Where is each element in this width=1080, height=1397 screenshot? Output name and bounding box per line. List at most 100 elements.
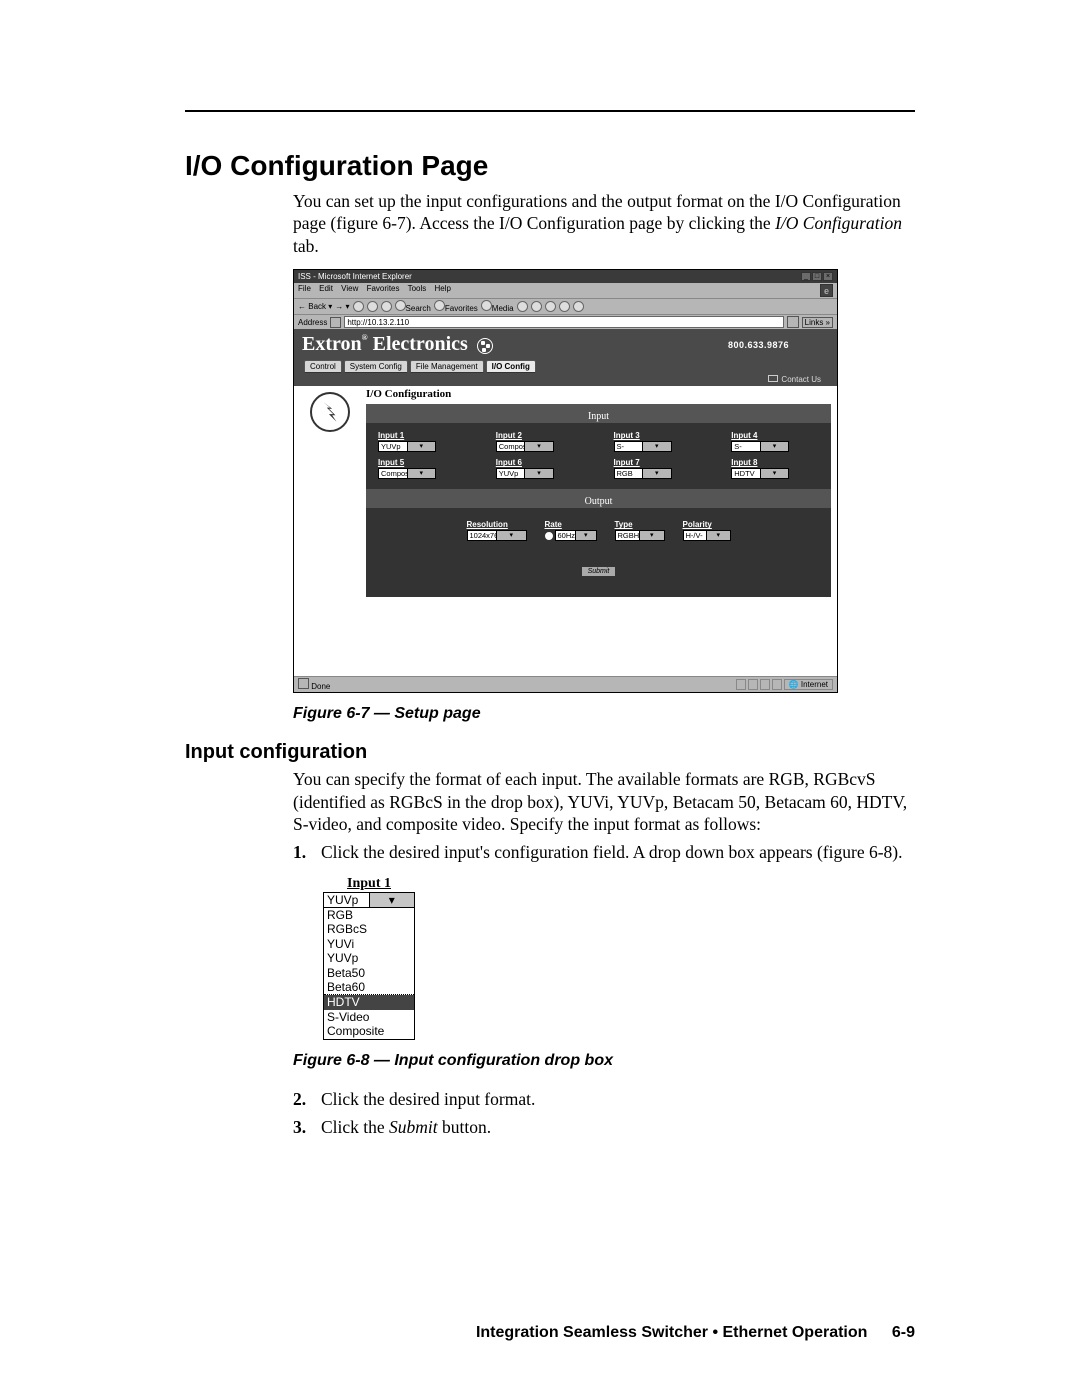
input-3-label: Input 3 bbox=[614, 431, 702, 440]
page-footer: Integration Seamless Switcher • Ethernet… bbox=[476, 1324, 915, 1342]
extron-header: Extron® Electronics 800.633.9876 Control… bbox=[294, 329, 837, 386]
page-number: 6-9 bbox=[892, 1324, 915, 1341]
home-icon[interactable] bbox=[381, 301, 392, 312]
rate-label: Rate bbox=[545, 520, 597, 529]
media-button[interactable]: Media bbox=[481, 300, 514, 313]
chevron-down-icon: ▾ bbox=[524, 442, 553, 451]
option-beta50[interactable]: Beta50 bbox=[324, 966, 414, 980]
option-rgbcs[interactable]: RGBcS bbox=[324, 922, 414, 936]
polarity-label: Polarity bbox=[683, 520, 731, 529]
rate-radio[interactable] bbox=[545, 532, 553, 540]
menu-view[interactable]: View bbox=[341, 284, 358, 293]
input-6-label: Input 6 bbox=[496, 458, 584, 467]
contact-us-link[interactable]: Contact Us bbox=[781, 375, 821, 384]
input-7-label: Input 7 bbox=[614, 458, 702, 467]
input-5-select[interactable]: Composite▾ bbox=[378, 468, 436, 479]
figure-6-7-caption: Figure 6-7 — Setup page bbox=[293, 705, 915, 723]
input-2-label: Input 2 bbox=[496, 431, 584, 440]
input-4-select[interactable]: S-Video▾ bbox=[731, 441, 789, 452]
dropbox-label: Input 1 bbox=[323, 876, 415, 892]
output-band: Output bbox=[366, 495, 831, 508]
option-yuvi[interactable]: YUVi bbox=[324, 937, 414, 951]
figure-6-7-screenshot: ISS - Microsoft Internet Explorer _ □ × … bbox=[293, 269, 838, 693]
edit-icon[interactable] bbox=[559, 301, 570, 312]
chevron-down-icon: ▾ bbox=[642, 469, 671, 478]
favorites-button[interactable]: Favorites bbox=[434, 300, 478, 313]
print-icon[interactable] bbox=[545, 301, 556, 312]
tab-io-config[interactable]: I/O Config bbox=[486, 360, 536, 373]
step-1-text: Click the desired input's configuration … bbox=[321, 841, 903, 864]
input-grid: Input 1YUVp▾ Input 2Composite▾ Input 3S-… bbox=[378, 431, 819, 479]
footer-text: Integration Seamless Switcher • Ethernet… bbox=[476, 1324, 867, 1341]
input-8-select[interactable]: HDTV▾ bbox=[731, 468, 789, 479]
links-button[interactable]: Links » bbox=[802, 317, 833, 328]
input-1-select[interactable]: YUVp▾ bbox=[378, 441, 436, 452]
globe-icon bbox=[477, 338, 493, 354]
resolution-select[interactable]: 1024x768▾ bbox=[467, 530, 527, 541]
figure-6-8-dropbox: Input 1 YUVp ▾ RGB RGBcS YUVi YUVp Beta5… bbox=[323, 876, 415, 1040]
ie-toolbar: ← Back ▾ → ▾ Search Favorites Media bbox=[294, 298, 837, 314]
status-icon bbox=[298, 678, 309, 689]
input-8-label: Input 8 bbox=[731, 458, 819, 467]
forward-button[interactable]: → ▾ bbox=[335, 302, 349, 311]
option-yuvp[interactable]: YUVp bbox=[324, 951, 414, 965]
polarity-select[interactable]: H-/V-▾ bbox=[683, 530, 731, 541]
step-3-text: Click the Submit button. bbox=[321, 1116, 491, 1139]
input-6-select[interactable]: YUVp▾ bbox=[496, 468, 554, 479]
menu-tools[interactable]: Tools bbox=[408, 284, 427, 293]
section-heading: I/O Configuration Page bbox=[185, 150, 915, 182]
refresh-icon[interactable] bbox=[367, 301, 378, 312]
rate-select[interactable]: 60Hz▾ bbox=[555, 530, 597, 541]
input-3-select[interactable]: S-Video▾ bbox=[614, 441, 672, 452]
discuss-icon[interactable] bbox=[573, 301, 584, 312]
type-select[interactable]: RGBHV▾ bbox=[615, 530, 665, 541]
input-7-select[interactable]: RGB▾ bbox=[614, 468, 672, 479]
phone-number: 800.633.9876 bbox=[728, 340, 789, 350]
stop-icon[interactable] bbox=[353, 301, 364, 312]
subsection-heading: Input configuration bbox=[185, 741, 915, 764]
submit-button[interactable]: Submit bbox=[581, 566, 617, 577]
option-svideo[interactable]: S-Video bbox=[324, 1010, 414, 1024]
go-button[interactable] bbox=[787, 316, 799, 328]
chevron-down-icon: ▾ bbox=[407, 442, 436, 451]
ie-statusbar: Done 🌐Internet bbox=[294, 676, 837, 692]
window-controls: _ □ × bbox=[801, 272, 833, 281]
dropbox-select[interactable]: YUVp ▾ bbox=[323, 892, 415, 908]
search-button[interactable]: Search bbox=[395, 300, 431, 313]
electronics-seal-icon bbox=[310, 392, 350, 432]
nav-tabs: Control System Config File Management I/… bbox=[302, 360, 829, 373]
menu-file[interactable]: File bbox=[298, 284, 311, 293]
input-2-select[interactable]: Composite▾ bbox=[496, 441, 554, 452]
maximize-icon[interactable]: □ bbox=[812, 272, 822, 281]
menu-edit[interactable]: Edit bbox=[319, 284, 333, 293]
back-button[interactable]: ← Back ▾ bbox=[298, 302, 332, 311]
chevron-down-icon: ▾ bbox=[407, 469, 436, 478]
option-hdtv[interactable]: HDTV bbox=[324, 995, 414, 1009]
history-icon[interactable] bbox=[517, 301, 528, 312]
status-text: Done bbox=[311, 682, 330, 691]
intro-paragraph: You can set up the input configurations … bbox=[293, 190, 915, 257]
close-icon[interactable]: × bbox=[823, 272, 833, 281]
page-content: I/O Configuration Input Input 1YUVp▾ Inp… bbox=[294, 386, 837, 676]
minimize-icon[interactable]: _ bbox=[801, 272, 811, 281]
zone-text: Internet bbox=[801, 680, 828, 689]
option-rgb[interactable]: RGB bbox=[324, 908, 414, 922]
input-band: Input bbox=[366, 410, 831, 423]
option-beta60[interactable]: Beta60 bbox=[324, 980, 414, 995]
option-composite[interactable]: Composite bbox=[324, 1024, 414, 1038]
chevron-down-icon: ▾ bbox=[369, 893, 415, 907]
tab-control[interactable]: Control bbox=[304, 360, 342, 373]
chevron-down-icon: ▾ bbox=[760, 442, 789, 451]
tab-system-config[interactable]: System Config bbox=[344, 360, 408, 373]
steps-list-2: 2.Click the desired input format. 3.Clic… bbox=[293, 1088, 915, 1140]
tab-file-management[interactable]: File Management bbox=[410, 360, 484, 373]
address-input[interactable] bbox=[344, 316, 783, 328]
menu-help[interactable]: Help bbox=[435, 284, 451, 293]
step-2-text: Click the desired input format. bbox=[321, 1088, 535, 1111]
intro-text-italic: I/O Configuration bbox=[775, 213, 902, 233]
menu-favorites[interactable]: Favorites bbox=[367, 284, 400, 293]
mail-icon[interactable] bbox=[531, 301, 542, 312]
chevron-down-icon: ▾ bbox=[642, 442, 671, 451]
ie-titlebar: ISS - Microsoft Internet Explorer _ □ × bbox=[294, 270, 837, 283]
ie-window-title: ISS - Microsoft Internet Explorer bbox=[298, 272, 412, 281]
